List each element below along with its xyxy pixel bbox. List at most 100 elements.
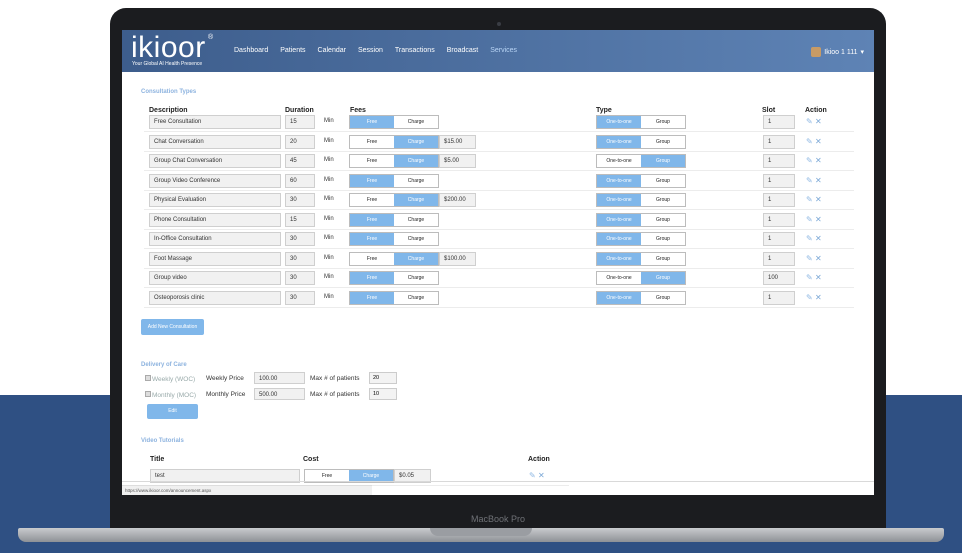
type-toggle[interactable]: One-to-one Group <box>596 212 686 227</box>
type-toggle[interactable]: One-to-one Group <box>596 173 686 188</box>
weekly-price-input[interactable]: 100.00 <box>254 372 305 384</box>
edit-button[interactable]: Edit <box>147 404 198 419</box>
delete-icon[interactable]: ✕ <box>815 234 822 243</box>
charge-toggle-button[interactable]: Charge <box>394 135 438 148</box>
one-to-one-toggle-button[interactable]: One-to-one <box>597 194 641 206</box>
free-toggle-button[interactable]: Free <box>350 194 394 206</box>
duration-field[interactable]: 60 <box>285 173 315 188</box>
fee-amount-field[interactable]: $100.00 <box>439 251 476 266</box>
duration-field[interactable]: 30 <box>285 232 315 246</box>
fee-toggle[interactable]: Free Charge <box>349 290 439 305</box>
slot-field[interactable]: 1 <box>763 134 795 149</box>
fee-toggle[interactable]: Free Charge <box>349 154 439 168</box>
fee-toggle[interactable]: Free Charge <box>349 134 439 149</box>
group-toggle-button[interactable]: Group <box>641 116 685 128</box>
free-toggle-button[interactable]: Free <box>350 135 394 148</box>
free-toggle-button[interactable]: Free <box>350 252 394 265</box>
fee-toggle[interactable]: Free Charge <box>349 212 439 227</box>
fee-toggle[interactable]: Free Charge <box>349 173 439 188</box>
slot-field[interactable]: 1 <box>763 115 795 129</box>
slot-field[interactable]: 100 <box>763 271 795 285</box>
delete-icon[interactable]: ✕ <box>815 176 822 185</box>
monthly-price-input[interactable]: 500.00 <box>254 388 305 400</box>
one-to-one-toggle-button[interactable]: One-to-one <box>597 135 641 148</box>
fee-toggle[interactable]: Free Charge <box>349 232 439 246</box>
monthly-checkbox[interactable]: Monthly (MOC) <box>145 391 196 399</box>
delete-icon[interactable]: ✕ <box>815 293 822 302</box>
edit-icon[interactable]: ✎ <box>806 293 813 302</box>
one-to-one-toggle-button[interactable]: One-to-one <box>597 272 641 284</box>
charge-toggle-button[interactable]: Charge <box>394 252 438 265</box>
group-toggle-button[interactable]: Group <box>641 194 685 206</box>
type-toggle[interactable]: One-to-one Group <box>596 134 686 149</box>
edit-icon[interactable]: ✎ <box>806 176 813 185</box>
user-menu[interactable]: Ikioo 1 111 ▾ <box>811 47 864 57</box>
fee-amount-field[interactable]: $200.00 <box>439 193 476 207</box>
nav-transactions[interactable]: Transactions <box>395 47 435 54</box>
free-toggle-button[interactable]: Free <box>350 233 394 245</box>
free-toggle-button[interactable]: Free <box>350 174 394 187</box>
fee-amount-field[interactable]: $5.00 <box>439 154 476 168</box>
delete-icon[interactable]: ✕ <box>815 215 822 224</box>
nav-broadcast[interactable]: Broadcast <box>447 47 479 54</box>
nav-dashboard[interactable]: Dashboard <box>234 47 268 54</box>
charge-toggle-button[interactable]: Charge <box>394 213 438 226</box>
description-field[interactable]: Phone Consultation <box>149 212 281 227</box>
duration-field[interactable]: 30 <box>285 193 315 207</box>
slot-field[interactable]: 1 <box>763 212 795 227</box>
slot-field[interactable]: 1 <box>763 173 795 188</box>
duration-field[interactable]: 30 <box>285 251 315 266</box>
one-to-one-toggle-button[interactable]: One-to-one <box>597 252 641 265</box>
delete-icon[interactable]: ✕ <box>815 117 822 126</box>
group-toggle-button[interactable]: Group <box>641 291 685 304</box>
nav-session[interactable]: Session <box>358 47 383 54</box>
duration-field[interactable]: 20 <box>285 134 315 149</box>
description-field[interactable]: Chat Conversation <box>149 134 281 149</box>
duration-field[interactable]: 30 <box>285 290 315 305</box>
type-toggle[interactable]: One-to-one Group <box>596 232 686 246</box>
slot-field[interactable]: 1 <box>763 251 795 266</box>
weekly-max-select[interactable]: 20 <box>369 372 397 384</box>
type-toggle[interactable]: One-to-one Group <box>596 115 686 129</box>
charge-toggle-button[interactable]: Charge <box>394 194 438 206</box>
free-toggle-button[interactable]: Free <box>350 116 394 128</box>
group-toggle-button[interactable]: Group <box>641 135 685 148</box>
nav-services[interactable]: Services <box>490 47 517 54</box>
fee-toggle[interactable]: Free Charge <box>349 115 439 129</box>
description-field[interactable]: Osteoporosis clinic <box>149 290 281 305</box>
edit-icon[interactable]: ✎ <box>806 254 813 263</box>
free-toggle-button[interactable]: Free <box>350 272 394 284</box>
edit-icon[interactable]: ✎ <box>806 137 813 146</box>
charge-toggle-button[interactable]: Charge <box>394 155 438 167</box>
nav-calendar[interactable]: Calendar <box>318 47 346 54</box>
free-toggle-button[interactable]: Free <box>350 291 394 304</box>
description-field[interactable]: In-Office Consultation <box>149 232 281 246</box>
delete-icon[interactable]: ✕ <box>815 156 822 165</box>
delete-icon[interactable]: ✕ <box>538 471 545 480</box>
group-toggle-button[interactable]: Group <box>641 213 685 226</box>
type-toggle[interactable]: One-to-one Group <box>596 290 686 305</box>
type-toggle[interactable]: One-to-one Group <box>596 271 686 285</box>
group-toggle-button[interactable]: Group <box>641 272 685 284</box>
one-to-one-toggle-button[interactable]: One-to-one <box>597 155 641 167</box>
duration-field[interactable]: 45 <box>285 154 315 168</box>
group-toggle-button[interactable]: Group <box>641 155 685 167</box>
logo[interactable]: ikioor <box>131 33 206 63</box>
charge-toggle-button[interactable]: Charge <box>394 272 438 284</box>
one-to-one-toggle-button[interactable]: One-to-one <box>597 213 641 226</box>
description-field[interactable]: Group Chat Conversation <box>149 154 281 168</box>
fee-toggle[interactable]: Free Charge <box>349 193 439 207</box>
nav-patients[interactable]: Patients <box>280 47 305 54</box>
free-toggle-button[interactable]: Free <box>350 213 394 226</box>
delete-icon[interactable]: ✕ <box>815 254 822 263</box>
charge-toggle-button[interactable]: Charge <box>394 233 438 245</box>
delete-icon[interactable]: ✕ <box>815 137 822 146</box>
delete-icon[interactable]: ✕ <box>815 273 822 282</box>
type-toggle[interactable]: One-to-one Group <box>596 251 686 266</box>
charge-toggle-button[interactable]: Charge <box>394 174 438 187</box>
type-toggle[interactable]: One-to-one Group <box>596 193 686 207</box>
type-toggle[interactable]: One-to-one Group <box>596 154 686 168</box>
one-to-one-toggle-button[interactable]: One-to-one <box>597 174 641 187</box>
one-to-one-toggle-button[interactable]: One-to-one <box>597 116 641 128</box>
charge-toggle-button[interactable]: Charge <box>394 116 438 128</box>
